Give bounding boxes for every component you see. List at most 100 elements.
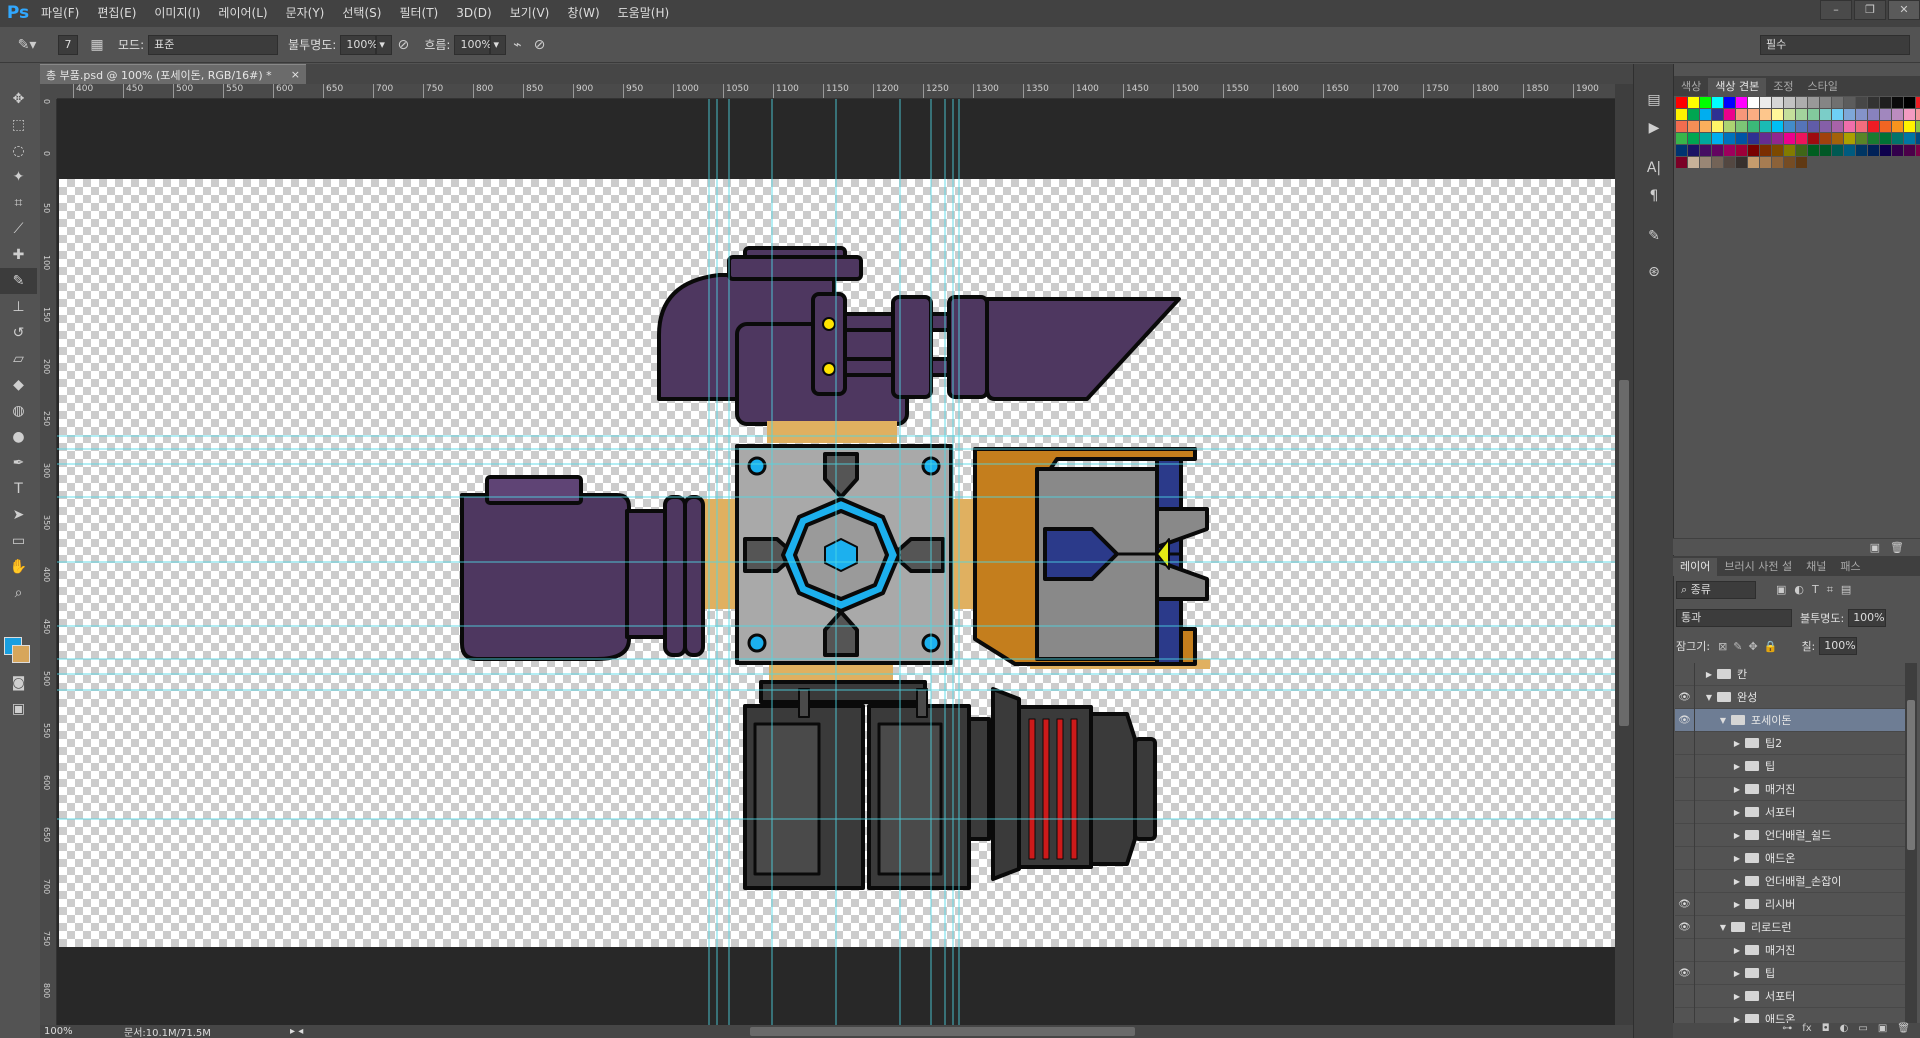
- color-swatch[interactable]: [1700, 121, 1711, 132]
- airbrush-icon[interactable]: ⌁: [506, 34, 528, 56]
- color-swatch[interactable]: [1832, 121, 1843, 132]
- color-swatch[interactable]: [1832, 109, 1843, 120]
- menu-item[interactable]: 선택(S): [333, 0, 390, 27]
- expand-arrow-icon[interactable]: ▶: [1731, 1015, 1743, 1024]
- color-swatch[interactable]: [1676, 145, 1687, 156]
- marquee-tool-icon[interactable]: ⬚: [0, 112, 37, 138]
- color-swatch[interactable]: [1904, 109, 1915, 120]
- eyedropper-tool-icon[interactable]: ⟋: [0, 216, 37, 242]
- color-swatch[interactable]: [1700, 97, 1711, 108]
- hand-tool-icon[interactable]: ✋: [0, 554, 37, 580]
- eraser-tool-icon[interactable]: ▱: [0, 346, 37, 372]
- color-swatch[interactable]: [1748, 109, 1759, 120]
- color-swatch[interactable]: [1772, 145, 1783, 156]
- color-swatch[interactable]: [1712, 157, 1723, 168]
- layer-row[interactable]: 👁 ▶ 리시버: [1675, 892, 1905, 916]
- color-panel-tab[interactable]: 색상: [1674, 78, 1708, 96]
- color-swatch[interactable]: [1760, 109, 1771, 120]
- move-tool-icon[interactable]: ✥: [0, 86, 37, 112]
- color-swatch[interactable]: [1724, 145, 1735, 156]
- color-swatch[interactable]: [1856, 121, 1867, 132]
- color-swatch[interactable]: [1868, 109, 1879, 120]
- expand-arrow-icon[interactable]: ▶: [1731, 762, 1743, 771]
- paragraph-panel-icon[interactable]: ¶: [1634, 182, 1674, 210]
- fill-input[interactable]: 100%: [1819, 637, 1858, 655]
- color-swatch[interactable]: [1748, 133, 1759, 144]
- visibility-eye-icon[interactable]: [1675, 777, 1695, 801]
- color-swatch[interactable]: [1916, 133, 1920, 144]
- layer-row[interactable]: ▶ 서포터: [1675, 800, 1905, 824]
- new-layer-icon[interactable]: ▣: [1878, 1023, 1887, 1038]
- layer-opacity-input[interactable]: 100%: [1848, 609, 1887, 627]
- paint-bucket-tool-icon[interactable]: ◆: [0, 372, 37, 398]
- color-swatch[interactable]: [1748, 121, 1759, 132]
- color-swatch[interactable]: [1832, 145, 1843, 156]
- adjustment-layer-icon[interactable]: ◐: [1840, 1023, 1849, 1038]
- visibility-eye-icon[interactable]: [1675, 846, 1695, 870]
- history-panel-icon[interactable]: ▤: [1634, 86, 1674, 114]
- color-swatch[interactable]: [1676, 157, 1687, 168]
- visibility-eye-icon[interactable]: [1675, 1007, 1695, 1023]
- color-swatch[interactable]: [1784, 157, 1795, 168]
- menu-item[interactable]: 창(W): [558, 0, 608, 27]
- color-swatch[interactable]: [1856, 133, 1867, 144]
- screen-mode-icon[interactable]: ▣: [0, 696, 37, 722]
- color-swatch[interactable]: [1760, 157, 1771, 168]
- color-swatch[interactable]: [1676, 109, 1687, 120]
- color-swatch[interactable]: [1904, 97, 1915, 108]
- color-swatch[interactable]: [1916, 109, 1920, 120]
- visibility-eye-icon[interactable]: [1675, 731, 1695, 755]
- color-swatch[interactable]: [1700, 157, 1711, 168]
- color-swatch[interactable]: [1856, 145, 1867, 156]
- color-swatch[interactable]: [1736, 121, 1747, 132]
- layer-row[interactable]: 👁 ▼ 리로드런: [1675, 915, 1905, 939]
- color-swatch[interactable]: [1820, 133, 1831, 144]
- color-swatch[interactable]: [1916, 145, 1920, 156]
- menu-item[interactable]: 편집(E): [88, 0, 145, 27]
- color-swatch[interactable]: [1724, 133, 1735, 144]
- color-swatch[interactable]: [1712, 121, 1723, 132]
- pressure-size-icon[interactable]: ⊘: [528, 34, 550, 56]
- color-swatch[interactable]: [1676, 133, 1687, 144]
- expand-arrow-icon[interactable]: ▼: [1717, 923, 1729, 932]
- color-panel-tab[interactable]: 스타일: [1800, 78, 1844, 96]
- color-swatch[interactable]: [1748, 157, 1759, 168]
- color-swatch[interactable]: [1880, 109, 1891, 120]
- color-swatch[interactable]: [1724, 121, 1735, 132]
- character-panel-icon[interactable]: A|: [1634, 154, 1674, 182]
- color-swatch[interactable]: [1784, 133, 1795, 144]
- color-swatch[interactable]: [1892, 97, 1903, 108]
- status-menu-arrow-icon[interactable]: ▸ ◂: [290, 1026, 303, 1037]
- color-swatch[interactable]: [1844, 145, 1855, 156]
- visibility-eye-icon[interactable]: [1675, 754, 1695, 778]
- type-tool-icon[interactable]: T: [0, 476, 37, 502]
- layer-panel-tab[interactable]: 채널: [1799, 558, 1833, 576]
- color-swatch[interactable]: [1808, 145, 1819, 156]
- expand-arrow-icon[interactable]: ▶: [1731, 946, 1743, 955]
- delete-layer-icon[interactable]: 🗑: [1897, 1023, 1910, 1038]
- color-swatch[interactable]: [1688, 157, 1699, 168]
- color-swatch[interactable]: [1820, 121, 1831, 132]
- expand-arrow-icon[interactable]: ▶: [1731, 739, 1743, 748]
- blur-tool-icon[interactable]: ◍: [0, 398, 37, 424]
- opacity-dropdown[interactable]: ▾: [376, 34, 393, 55]
- brush-size-box[interactable]: 7: [58, 34, 78, 55]
- layer-row[interactable]: ▶ 언더배럴_손잡이: [1675, 869, 1905, 893]
- expand-arrow-icon[interactable]: ▶: [1731, 785, 1743, 794]
- color-swatch[interactable]: [1796, 121, 1807, 132]
- color-swatch[interactable]: [1688, 133, 1699, 144]
- layer-row[interactable]: 👁 ▼ 완성: [1675, 685, 1905, 709]
- expand-arrow-icon[interactable]: ▶: [1731, 831, 1743, 840]
- brush-panel-icon[interactable]: ▦: [86, 34, 108, 56]
- color-swatch[interactable]: [1880, 97, 1891, 108]
- color-swatch[interactable]: [1724, 109, 1735, 120]
- lock-icons[interactable]: ⊠✎✥🔒: [1718, 640, 1783, 653]
- history-brush-tool-icon[interactable]: ↺: [0, 320, 37, 346]
- lasso-tool-icon[interactable]: ◌: [0, 138, 37, 164]
- layer-row[interactable]: ▶ 서포터: [1675, 984, 1905, 1008]
- layer-row[interactable]: ▶ 칸: [1675, 663, 1905, 686]
- link-layers-icon[interactable]: ⊶: [1782, 1023, 1792, 1038]
- visibility-eye-icon[interactable]: [1675, 663, 1695, 686]
- menu-item[interactable]: 필터(T): [390, 0, 447, 27]
- color-swatch[interactable]: [1892, 109, 1903, 120]
